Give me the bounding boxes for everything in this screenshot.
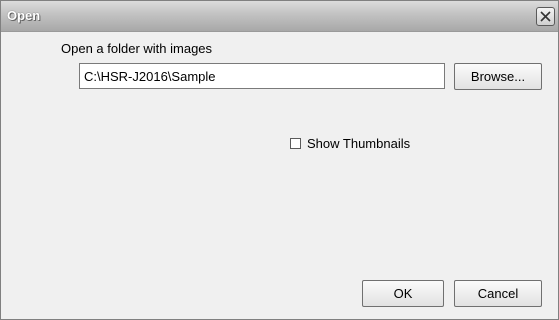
folder-label: Open a folder with images xyxy=(61,41,213,56)
browse-button[interactable]: Browse... xyxy=(454,63,542,90)
folder-path-input[interactable] xyxy=(79,63,445,89)
title-bar[interactable]: Open xyxy=(1,1,558,32)
close-button[interactable] xyxy=(536,7,555,26)
cancel-button[interactable]: Cancel xyxy=(454,280,542,307)
open-dialog: Open Open a folder with images Browse...… xyxy=(0,0,559,320)
dialog-title: Open xyxy=(7,8,41,23)
show-thumbnails-checkbox[interactable] xyxy=(290,137,301,149)
show-thumbnails-label: Show Thumbnails xyxy=(307,135,411,151)
close-icon xyxy=(540,11,551,22)
ok-button[interactable]: OK xyxy=(362,280,444,307)
show-thumbnails-option[interactable]: Show Thumbnails xyxy=(290,135,410,151)
